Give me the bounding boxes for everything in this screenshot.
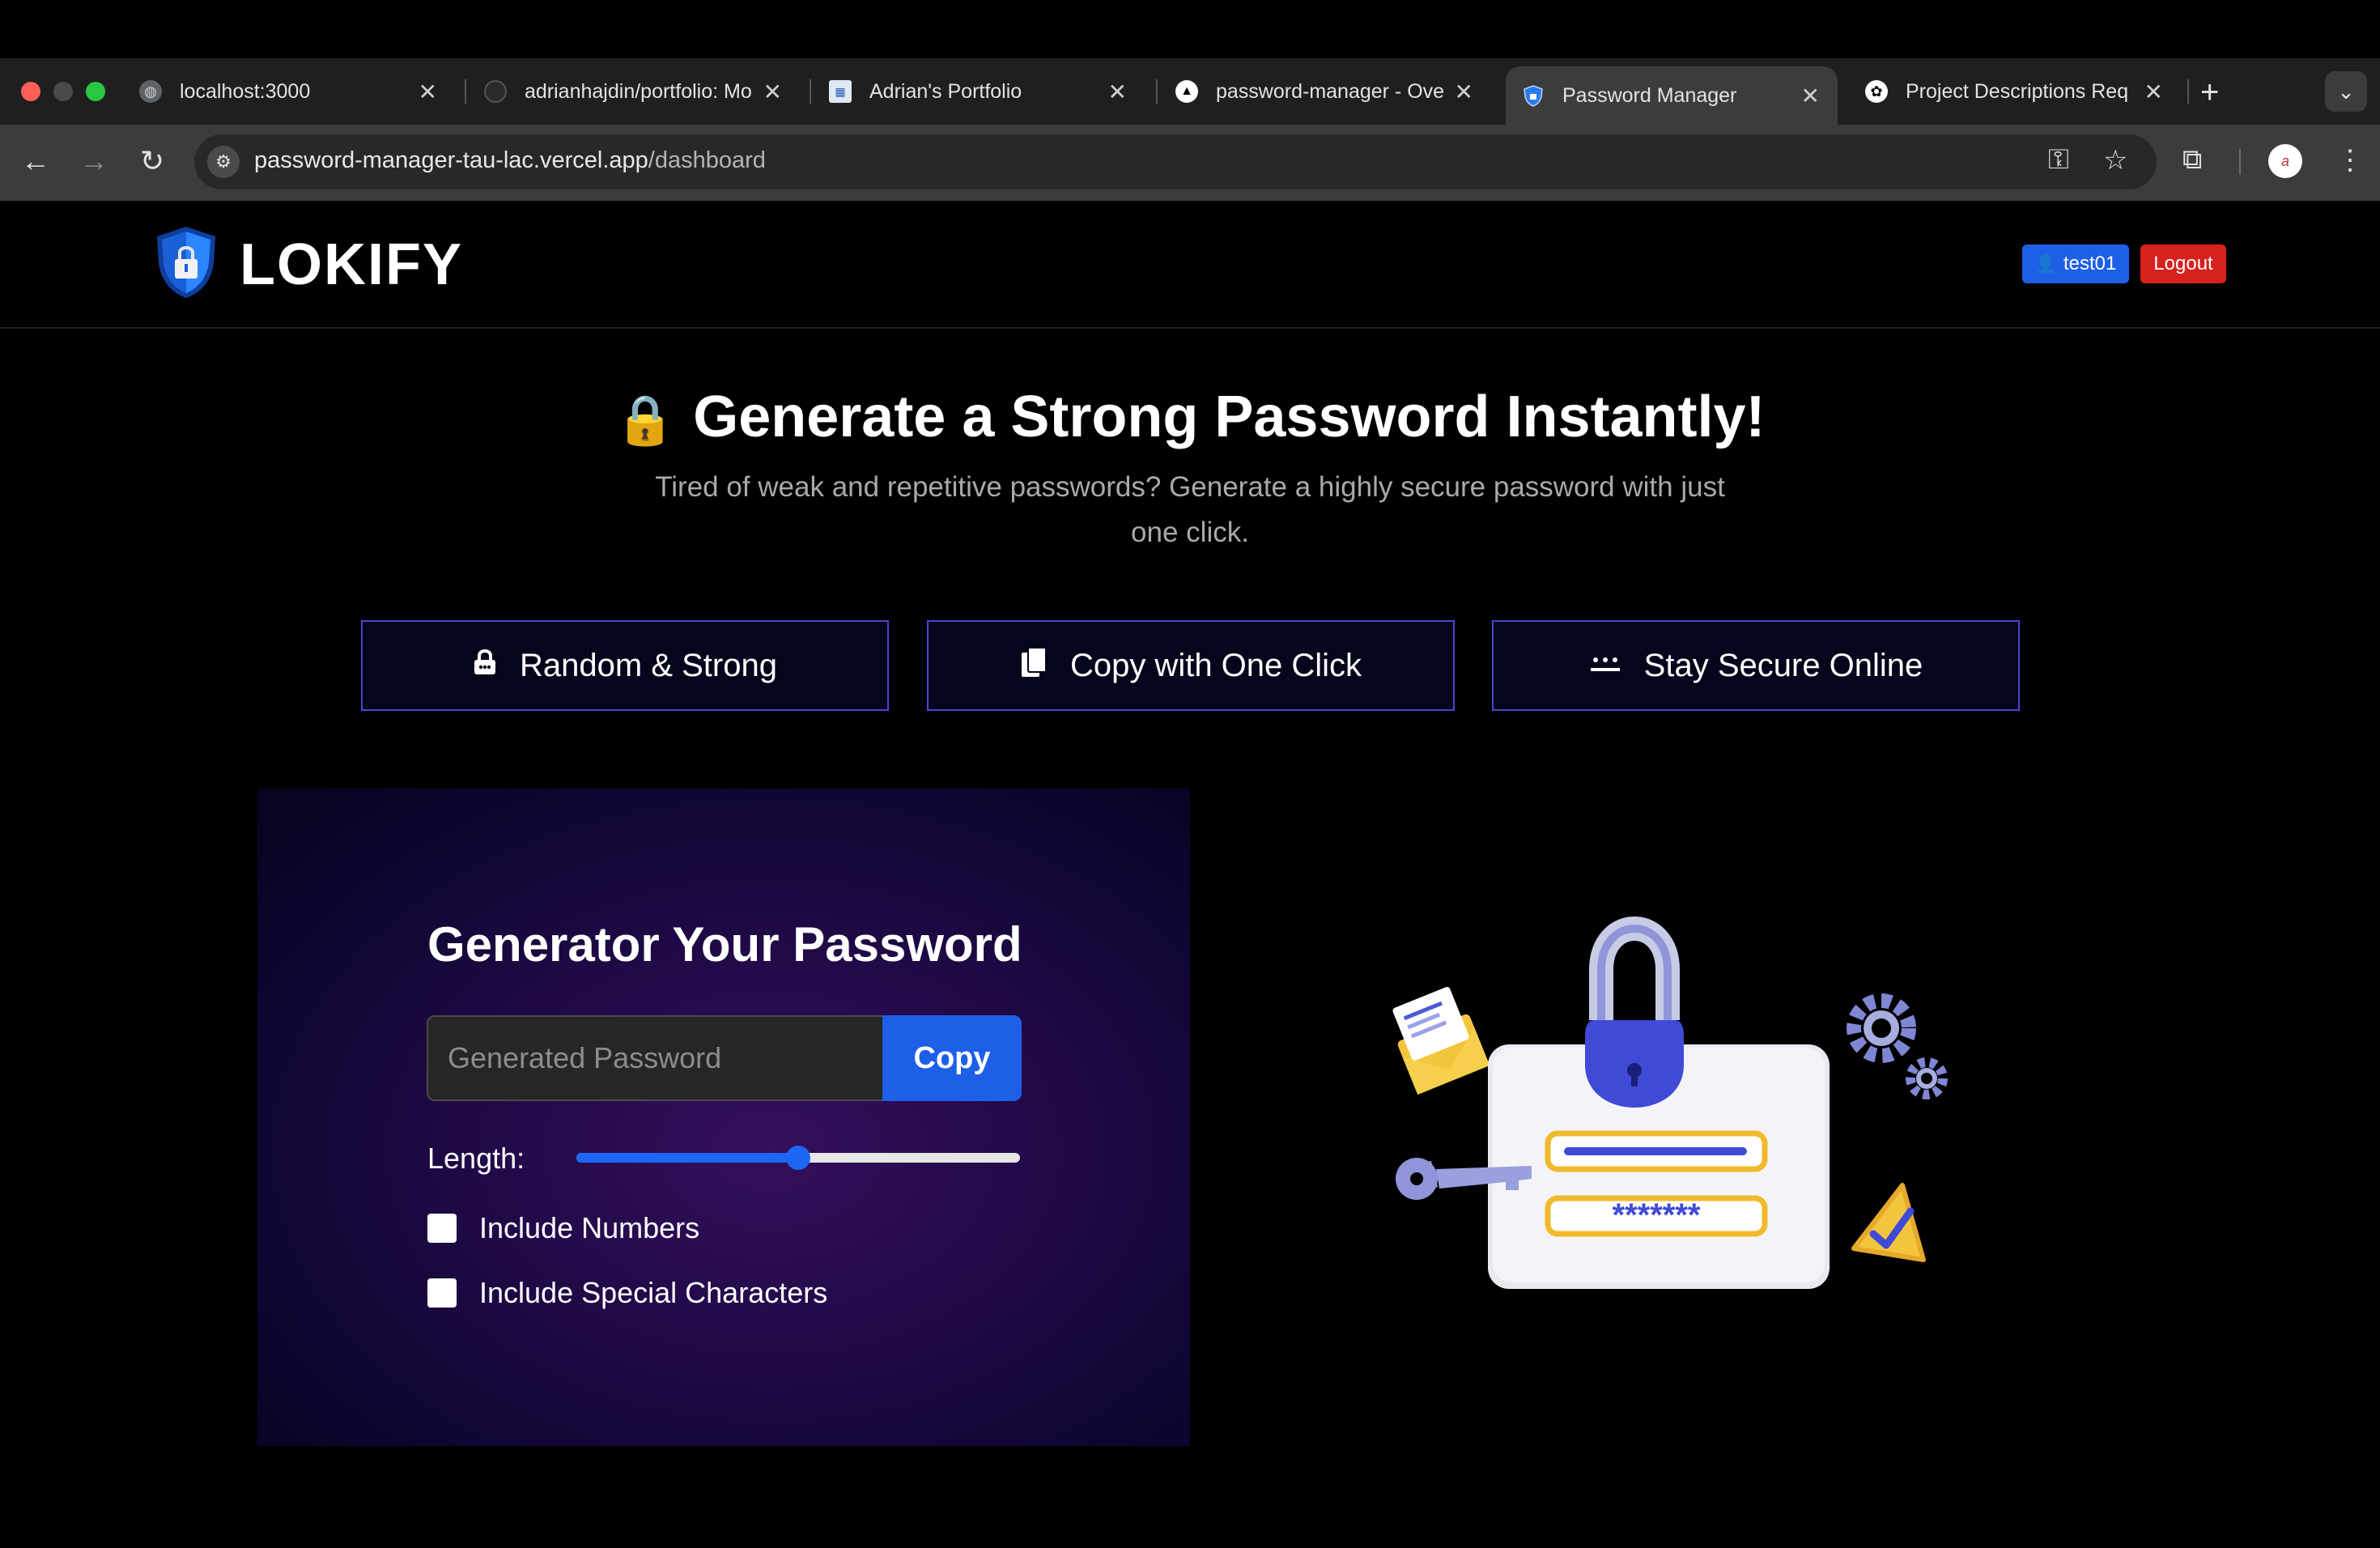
browser-tab[interactable]: ◍ localhost:3000 ✕	[123, 66, 455, 117]
tab-divider	[2187, 79, 2189, 104]
hero-title-text: Generate a Strong Password Instantly!	[693, 385, 1766, 449]
tab-divider	[810, 79, 811, 104]
length-slider-fill	[576, 1153, 798, 1163]
site-navbar: LOKIFY 👤 test01 Logout	[0, 201, 2380, 329]
gear-small-icon	[1906, 1057, 1948, 1099]
close-tab-icon[interactable]: ✕	[1801, 83, 1820, 109]
include-numbers-option[interactable]: Include Numbers	[427, 1211, 699, 1245]
security-illustration: *******	[1392, 916, 1948, 1289]
globe-icon: ◍	[139, 80, 162, 103]
browser-tab-active[interactable]: Password Manager ✕	[1506, 66, 1838, 125]
window-minimize-button[interactable]	[53, 82, 73, 101]
padlock-emoji-icon: 🔒	[614, 393, 676, 447]
portfolio-icon: ▦	[829, 80, 852, 103]
url-path: /dashboard	[648, 147, 766, 173]
hero-title: 🔒 Generate a Strong Password Instantly!	[0, 384, 2380, 450]
user-label: test01	[2063, 253, 2117, 274]
length-slider[interactable]	[576, 1146, 1020, 1170]
envelope-icon	[1392, 986, 1490, 1095]
toolbar-divider	[2239, 149, 2241, 175]
close-tab-icon[interactable]: ✕	[1455, 79, 1473, 105]
length-label: Length:	[427, 1142, 525, 1175]
generated-password-input[interactable]	[427, 1015, 883, 1101]
include-special-label: Include Special Characters	[479, 1276, 828, 1309]
user-button[interactable]: 👤 test01	[2022, 245, 2129, 283]
include-numbers-checkbox[interactable]	[427, 1214, 457, 1243]
reload-icon[interactable]: ↻	[134, 144, 170, 178]
forward-arrow-icon[interactable]: →	[76, 144, 112, 178]
github-icon	[484, 80, 507, 103]
url-host: password-manager-tau-lac.vercel.app	[254, 147, 648, 173]
feature-label: Stay Secure Online	[1643, 647, 1923, 683]
copy-button[interactable]: Copy	[882, 1015, 1022, 1101]
logo-text[interactable]: LOKIFY	[240, 232, 463, 298]
window-close-button[interactable]	[21, 82, 40, 101]
tab-search-chevron-icon[interactable]: ⌄	[2325, 71, 2367, 112]
window-zoom-button[interactable]	[86, 82, 105, 101]
close-tab-icon[interactable]: ✕	[2144, 79, 2163, 105]
include-special-option[interactable]: Include Special Characters	[427, 1276, 827, 1310]
check-triangle-icon	[1851, 1183, 1926, 1262]
close-tab-icon[interactable]: ✕	[1108, 79, 1127, 105]
browser-menu-icon[interactable]: ⋮	[2336, 144, 2364, 176]
include-special-checkbox[interactable]	[427, 1278, 457, 1308]
logout-button[interactable]: Logout	[2140, 245, 2226, 283]
macos-menu-area	[0, 0, 2380, 58]
tab-title: password-manager - Ove	[1216, 79, 1445, 103]
tab-title: localhost:3000	[180, 79, 311, 103]
user-icon: 👤	[2034, 253, 2057, 274]
url-text[interactable]: password-manager-tau-lac.vercel.app/dash…	[254, 147, 766, 174]
copy-icon	[1020, 646, 1048, 686]
close-tab-icon[interactable]: ✕	[419, 79, 437, 105]
bookmark-star-icon[interactable]: ☆	[2103, 144, 2127, 176]
generator-title: Generator Your Password	[427, 917, 1022, 972]
browser-tab[interactable]: ▲ password-manager - Ove ✕	[1159, 66, 1491, 117]
lock-icon	[473, 649, 497, 683]
vercel-icon: ▲	[1175, 80, 1198, 103]
feature-stay-secure: Stay Secure Online	[1492, 620, 2020, 711]
extensions-icon[interactable]: ⧉	[2182, 144, 2202, 176]
tab-title: Adrian's Portfolio	[869, 79, 1022, 103]
tab-title: Password Manager	[1562, 83, 1737, 107]
new-tab-icon[interactable]: +	[2200, 74, 2219, 111]
shield-icon	[1522, 84, 1545, 107]
feature-random-strong: Random & Strong	[361, 620, 889, 711]
profile-avatar[interactable]: a	[2268, 144, 2302, 178]
tab-title: Project Descriptions Req	[1906, 79, 2129, 103]
feature-label: Random & Strong	[520, 647, 777, 683]
site-settings-icon[interactable]: ⚙	[207, 146, 240, 178]
length-slider-thumb[interactable]	[786, 1146, 810, 1170]
openai-icon: ✿	[1865, 80, 1888, 103]
include-numbers-label: Include Numbers	[479, 1211, 700, 1244]
hero-subtitle: Tired of weak and repetitive passwords? …	[655, 471, 1725, 548]
gear-icon	[1847, 993, 1916, 1063]
close-tab-icon[interactable]: ✕	[763, 79, 782, 105]
tab-divider	[1156, 79, 1158, 104]
tab-title: adrianhajdin/portfolio: Mo	[525, 79, 752, 103]
feature-label: Copy with One Click	[1069, 647, 1362, 683]
password-dots-icon	[1589, 650, 1621, 682]
tab-divider	[465, 79, 466, 104]
feature-copy-one-click: Copy with One Click	[927, 620, 1455, 711]
shield-logo-icon	[157, 227, 215, 298]
password-mask-text: *******	[1613, 1197, 1701, 1233]
browser-tab[interactable]: adrianhajdin/portfolio: Mo ✕	[468, 66, 800, 117]
back-arrow-icon[interactable]: ←	[18, 144, 53, 178]
browser-tab[interactable]: ✿ Project Descriptions Req ✕	[1849, 66, 2181, 117]
password-key-icon[interactable]: ⚿	[2048, 144, 2069, 176]
generator-panel	[257, 789, 1190, 1446]
browser-tab[interactable]: ▦ Adrian's Portfolio ✕	[813, 66, 1145, 117]
